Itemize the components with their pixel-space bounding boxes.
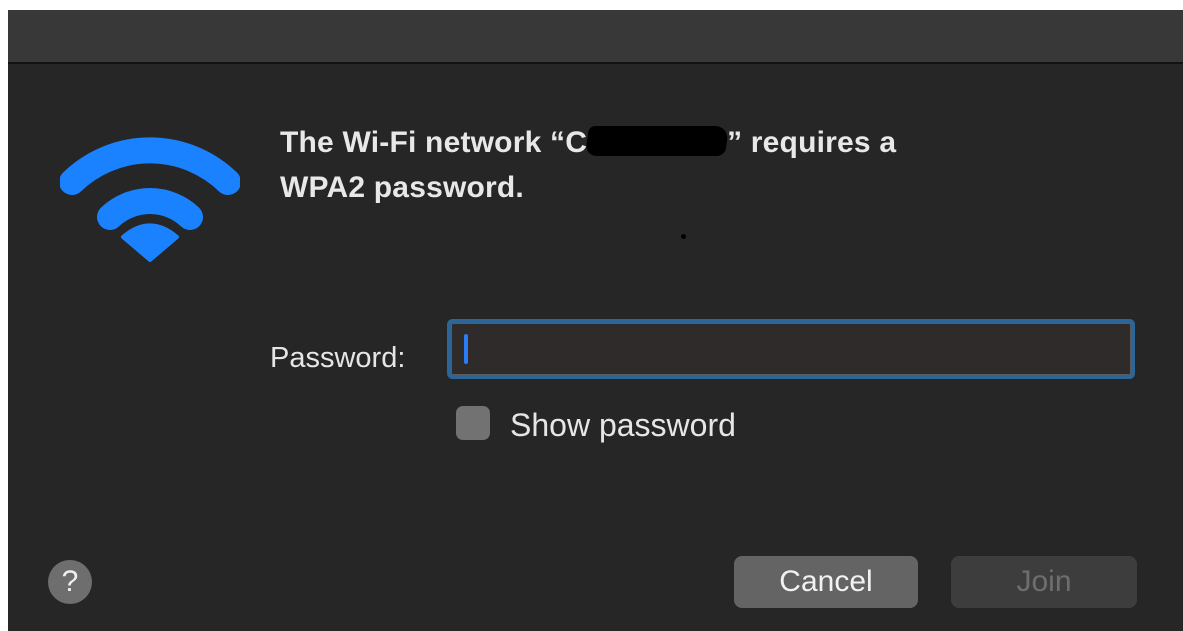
join-button[interactable]: Join	[951, 556, 1137, 608]
redacted-network-name	[584, 126, 730, 156]
wifi-arc-middle	[97, 188, 203, 230]
wifi-password-dialog: The Wi-Fi network “C ” requires a WPA2 pa…	[8, 10, 1183, 631]
text-caret	[464, 334, 468, 364]
show-password-label[interactable]: Show password	[510, 406, 736, 444]
wifi-arc-outer	[60, 137, 240, 195]
title-bar[interactable]	[8, 10, 1183, 64]
stray-dot	[681, 234, 686, 239]
password-input[interactable]	[452, 324, 1130, 374]
message-suffix: ” requires a	[727, 126, 897, 159]
wifi-dot	[121, 223, 179, 262]
wifi-icon	[60, 137, 240, 262]
help-button[interactable]: ?	[48, 560, 92, 604]
message-prefix: The Wi-Fi network “C	[280, 126, 588, 159]
dialog-message: The Wi-Fi network “C ” requires a WPA2 pa…	[280, 120, 1100, 210]
cancel-button[interactable]: Cancel	[734, 556, 918, 608]
password-label: Password:	[270, 342, 406, 374]
show-password-checkbox[interactable]	[456, 406, 490, 440]
password-field[interactable]	[451, 323, 1131, 375]
message-line-2: WPA2 password.	[280, 171, 524, 204]
